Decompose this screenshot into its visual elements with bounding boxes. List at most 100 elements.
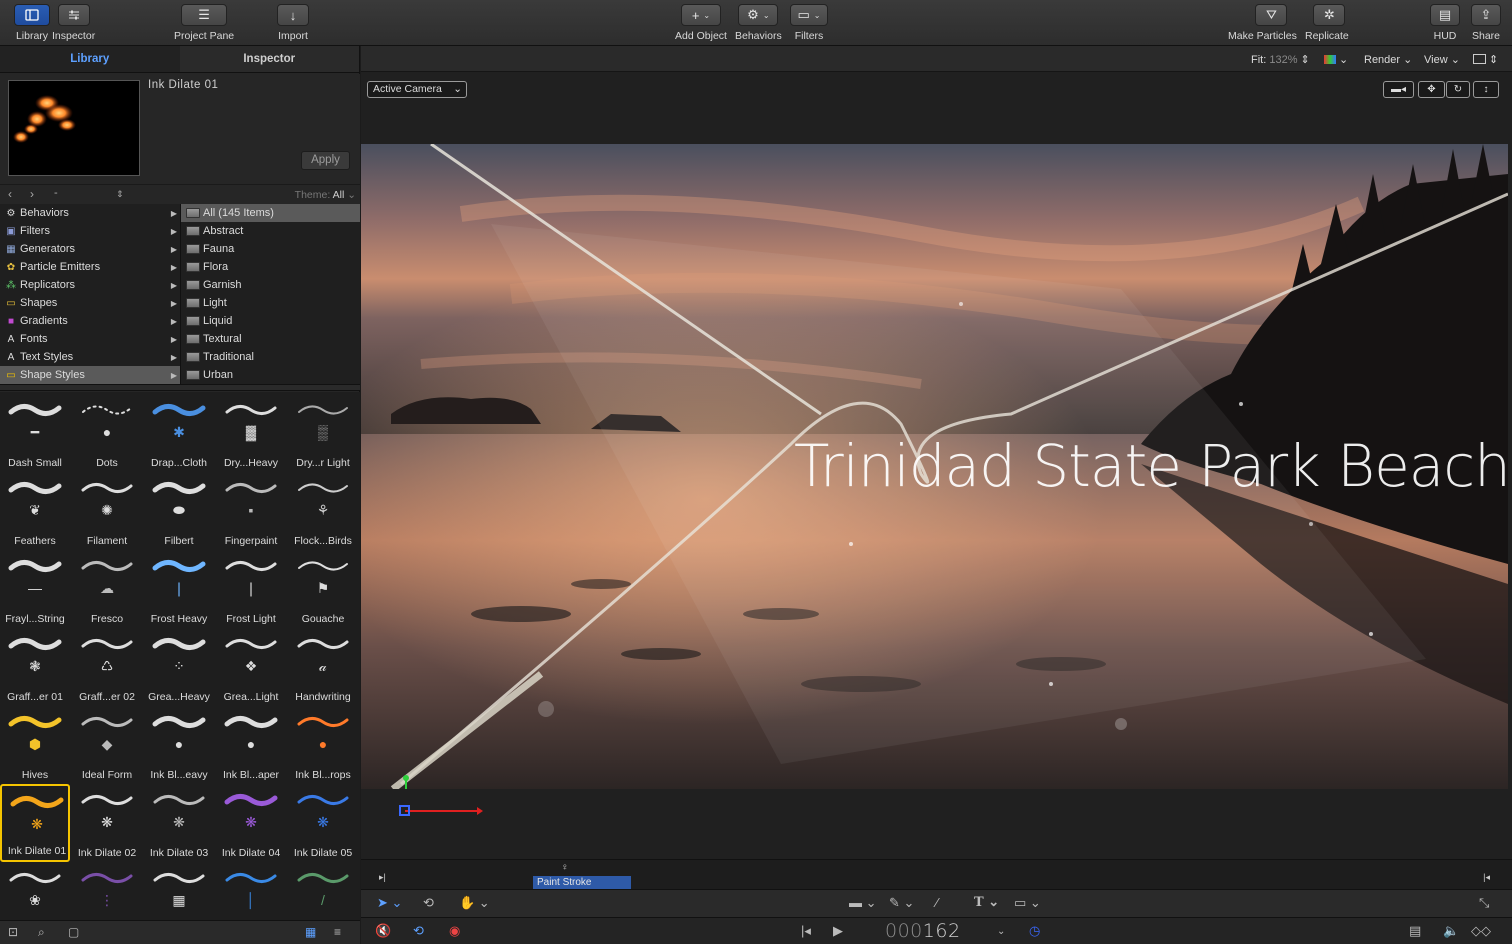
- category-item[interactable]: ✿ Particle Emitters ▶: [0, 258, 180, 276]
- category-item[interactable]: ▭ Shapes ▶: [0, 294, 180, 312]
- style-item[interactable]: ⬢ Hives: [0, 706, 70, 784]
- render-popup[interactable]: Render ⌄: [1364, 53, 1412, 66]
- search-icon[interactable]: ⌕: [38, 925, 45, 940]
- theme-item[interactable]: Flora: [181, 258, 360, 276]
- style-item[interactable]: ❋ Ink Dilate 04: [216, 784, 286, 862]
- style-item[interactable]: ◆ Ideal Form: [72, 706, 142, 784]
- style-item[interactable]: ▪ Fingerpaint: [216, 472, 286, 550]
- filters-button[interactable]: ▭ ⌄ Filters: [790, 4, 828, 42]
- add-object-button[interactable]: + ⌄ Add Object: [675, 4, 727, 42]
- grid-view-icon[interactable]: ▦: [305, 925, 316, 939]
- tab-inspector[interactable]: Inspector: [180, 46, 360, 72]
- preview-toggle-icon[interactable]: ▢: [68, 925, 79, 939]
- mask-tool-icon[interactable]: ▭ ⌄: [1014, 895, 1041, 911]
- audio-speaker-icon[interactable]: 🔈: [1443, 923, 1459, 939]
- theme-item[interactable]: Abstract: [181, 222, 360, 240]
- make-particles-button[interactable]: ⛛ Make Particles: [1228, 4, 1297, 42]
- style-item[interactable]: ━ Dash Small: [0, 394, 70, 472]
- hud-button[interactable]: ▤ HUD: [1430, 4, 1460, 42]
- mute-audio-icon[interactable]: 🔇: [375, 923, 391, 939]
- style-item[interactable]: ❃ Graff...er 01: [0, 628, 70, 706]
- style-item[interactable]: ⚑ Gouache: [288, 550, 358, 628]
- expand-timeline-icon[interactable]: ◇◇: [1471, 923, 1491, 939]
- style-item[interactable]: ❋ Ink Dilate 03: [144, 784, 214, 862]
- timecode-display[interactable]: 000162: [885, 920, 961, 942]
- style-item[interactable]: ❋ Ink Dilate 01: [0, 784, 70, 862]
- category-item[interactable]: ▭ Shape Styles ▶: [0, 366, 180, 384]
- tab-library[interactable]: Library: [0, 46, 180, 72]
- theme-item[interactable]: Light: [181, 294, 360, 312]
- style-item[interactable]: ▒ Dry...r Light: [288, 394, 358, 472]
- list-view-icon[interactable]: ≡: [334, 925, 341, 939]
- style-item[interactable]: ❖ Grea...Light: [216, 628, 286, 706]
- apply-button[interactable]: Apply: [301, 151, 350, 170]
- view-layout-popup[interactable]: ⇕: [1473, 53, 1498, 66]
- style-item[interactable]: ⁘ Grea...Heavy: [144, 628, 214, 706]
- style-item[interactable]: ♺ Graff...er 02: [72, 628, 142, 706]
- pan-view-icon[interactable]: ✥: [1418, 81, 1445, 98]
- sync-clock-icon[interactable]: ◷: [1029, 923, 1040, 939]
- share-button[interactable]: ⇪ Share: [1471, 4, 1501, 42]
- transform-gizmo[interactable]: [397, 801, 487, 821]
- theme-item[interactable]: Textural: [181, 330, 360, 348]
- playhead-icon[interactable]: ♀: [561, 862, 569, 873]
- clip-bar[interactable]: Paint Stroke: [533, 876, 631, 889]
- style-item[interactable]: — Frayl...String: [0, 550, 70, 628]
- category-item[interactable]: ▣ Filters ▶: [0, 222, 180, 240]
- behaviors-button[interactable]: ⚙ ⌄ Behaviors: [735, 4, 782, 42]
- category-item[interactable]: ■ Gradients ▶: [0, 312, 180, 330]
- orbit-view-icon[interactable]: ↻: [1446, 81, 1470, 98]
- style-item[interactable]: ▓ Dry...Heavy: [216, 394, 286, 472]
- style-item[interactable]: ☁ Fresco: [72, 550, 142, 628]
- project-pane-button[interactable]: ☰ Project Pane: [174, 4, 234, 42]
- style-item[interactable]: ❘ Frost Heavy: [144, 550, 214, 628]
- style-item[interactable]: ⬬ Filbert: [144, 472, 214, 550]
- category-item[interactable]: ⁂ Replicators ▶: [0, 276, 180, 294]
- category-item[interactable]: A Fonts ▶: [0, 330, 180, 348]
- category-item[interactable]: A Text Styles ▶: [0, 348, 180, 366]
- style-item[interactable]: ❋ Ink Dilate 02: [72, 784, 142, 862]
- import-button[interactable]: ↓ Import: [277, 4, 309, 42]
- style-item[interactable]: ❋ Ink Dilate 05: [288, 784, 358, 862]
- category-item[interactable]: ▦ Generators ▶: [0, 240, 180, 258]
- replicate-button[interactable]: ✲ Replicate: [1305, 4, 1349, 42]
- color-channel-popup[interactable]: ⌄: [1324, 53, 1348, 66]
- camera-view-icon[interactable]: ▬◂: [1383, 81, 1414, 98]
- theme-item[interactable]: All (145 Items): [181, 204, 360, 222]
- theme-item[interactable]: Fauna: [181, 240, 360, 258]
- style-item[interactable]: ✱ Drap...Cloth: [144, 394, 214, 472]
- path-updown-icon[interactable]: ⇕: [116, 189, 124, 200]
- paint-stroke-icon[interactable]: ⁄: [936, 895, 938, 910]
- view-popup[interactable]: View ⌄: [1424, 53, 1460, 66]
- canvas-image[interactable]: Trinidad State Park Beach: [361, 144, 1508, 789]
- canvas-title-text[interactable]: Trinidad State Park Beach: [794, 432, 1508, 500]
- category-item[interactable]: ⚙ Behaviors ▶: [0, 204, 180, 222]
- style-item[interactable]: ● Dots: [72, 394, 142, 472]
- list-splitter[interactable]: [0, 384, 360, 391]
- shape-rect-icon[interactable]: ▬ ⌄: [849, 895, 877, 911]
- style-item[interactable]: ● Ink Bl...eavy: [144, 706, 214, 784]
- dolly-view-icon[interactable]: ↕: [1473, 81, 1499, 98]
- style-item[interactable]: ❘ Frost Light: [216, 550, 286, 628]
- active-camera-popup[interactable]: Active Camera ⌄: [367, 81, 467, 98]
- in-marker-icon[interactable]: ▸|: [379, 872, 386, 883]
- out-marker-icon[interactable]: |◂: [1483, 872, 1490, 883]
- record-icon[interactable]: ◉: [449, 923, 460, 939]
- play-icon[interactable]: ▶: [833, 923, 843, 939]
- go-to-start-icon[interactable]: |◂: [801, 923, 811, 939]
- film-strip-icon[interactable]: ▤: [1409, 923, 1421, 939]
- pan-hand-icon[interactable]: ✋ ⌄: [459, 895, 490, 911]
- transform-glyphs-icon[interactable]: ⟲: [423, 895, 434, 911]
- style-item[interactable]: ● Ink Bl...rops: [288, 706, 358, 784]
- path-popup[interactable]: -: [54, 187, 58, 199]
- theme-item[interactable]: Traditional: [181, 348, 360, 366]
- style-item[interactable]: ❦ Feathers: [0, 472, 70, 550]
- back-chevron-icon[interactable]: ‹: [8, 187, 12, 201]
- timecode-menu-chevron-icon[interactable]: ⌄: [997, 926, 1005, 937]
- theme-item[interactable]: Garnish: [181, 276, 360, 294]
- forward-chevron-icon[interactable]: ›: [30, 187, 34, 201]
- fullscreen-icon[interactable]: ⤡: [1479, 895, 1489, 911]
- library-toggle-button[interactable]: Library: [14, 4, 50, 42]
- loop-icon[interactable]: ⟲: [413, 923, 424, 939]
- new-folder-icon[interactable]: ⊡: [8, 925, 18, 939]
